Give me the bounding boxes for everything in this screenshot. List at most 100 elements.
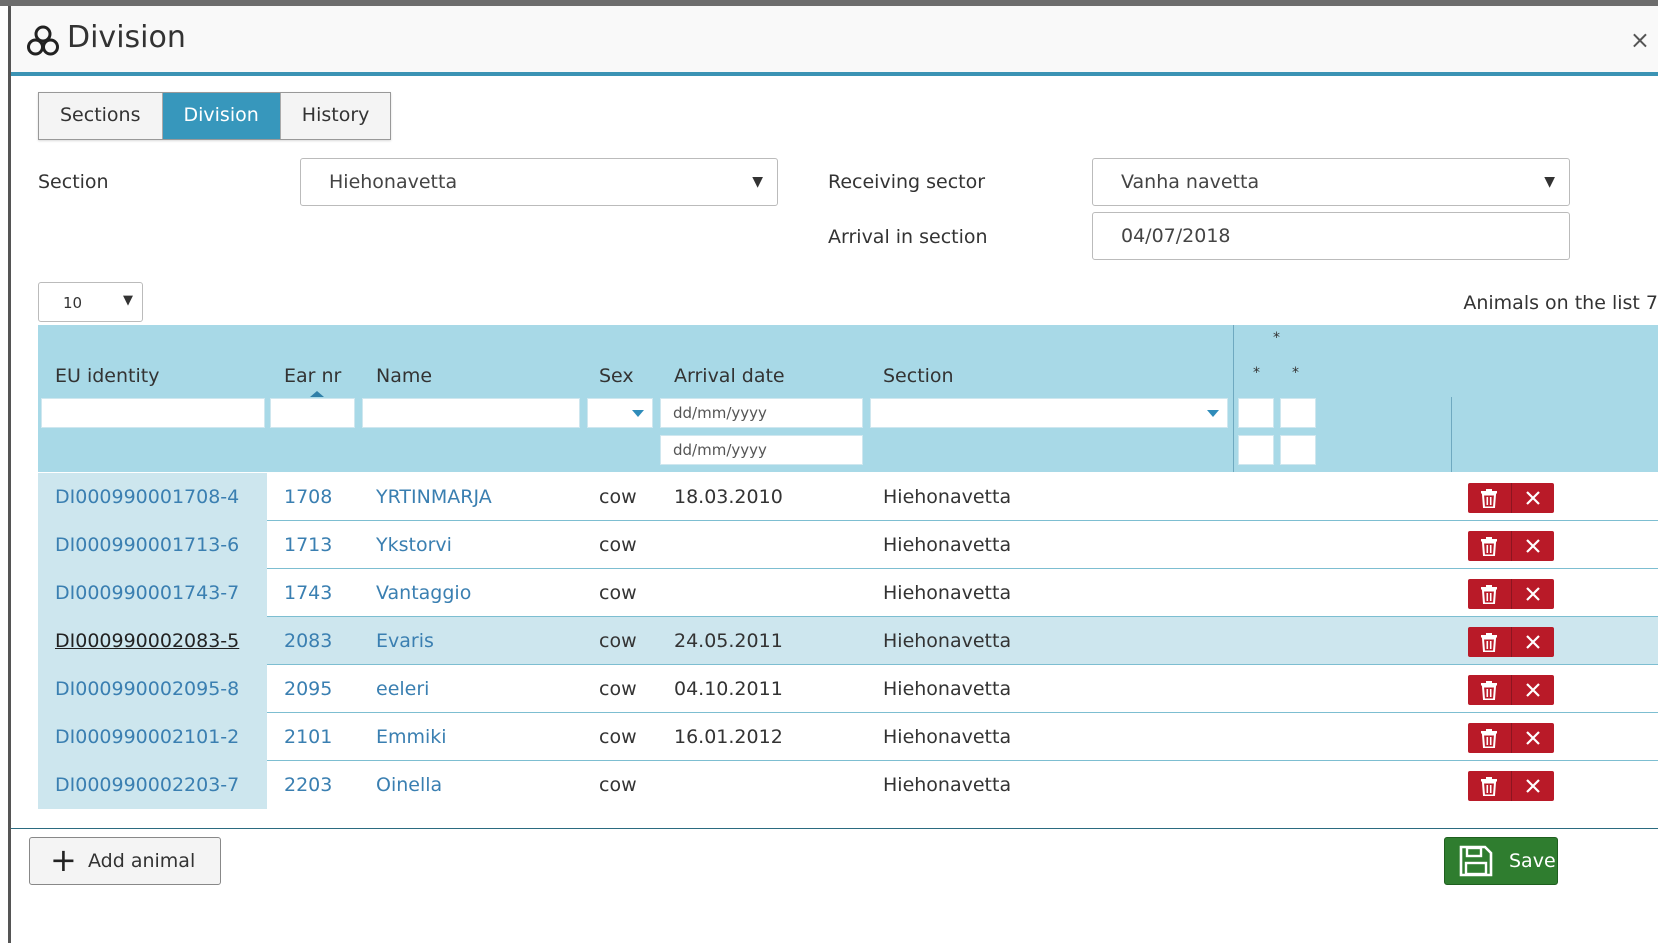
trash-icon[interactable]	[1468, 675, 1511, 705]
tab-bar: Sections Division History	[38, 92, 392, 140]
filter-sex[interactable]	[587, 398, 653, 428]
close-icon[interactable]	[1510, 531, 1555, 561]
table-row: DI000990002095-8 2095 eeleri cow 04.10.2…	[38, 665, 1658, 713]
plus-icon: +	[50, 841, 77, 879]
trash-icon[interactable]	[1468, 531, 1511, 561]
section-cell: Hiehonavetta	[883, 630, 1012, 652]
animal-name-link[interactable]: eeleri	[376, 665, 429, 713]
column-divider	[1451, 397, 1452, 472]
trash-icon[interactable]	[1468, 483, 1511, 513]
chevron-down-icon: ▼	[752, 174, 763, 190]
close-icon[interactable]	[1510, 675, 1555, 705]
ear-nr-link[interactable]: 1743	[284, 569, 332, 617]
eu-identity-link[interactable]: DI000990001708-4	[55, 473, 239, 521]
filter-ear-nr[interactable]	[270, 398, 355, 428]
arrival-in-section-input[interactable]	[1092, 212, 1570, 260]
animal-name-link[interactable]: Evaris	[376, 617, 434, 665]
col-section[interactable]: Section	[883, 365, 954, 387]
table-row: DI000990001708-4 1708 YRTINMARJA cow 18.…	[38, 473, 1658, 521]
section-cell: Hiehonavetta	[883, 678, 1012, 700]
animal-name-link[interactable]: Ykstorvi	[376, 521, 452, 569]
arrival-date-cell: 04.10.2011	[674, 678, 783, 700]
col-arrival-date[interactable]: Arrival date	[674, 365, 785, 387]
filter-section[interactable]	[870, 398, 1228, 428]
col-eu-identity[interactable]: EU identity	[55, 365, 159, 387]
eu-identity-link[interactable]: DI000990002101-2	[55, 713, 239, 761]
arrival-date-cell: 16.01.2012	[674, 726, 783, 748]
ear-nr-link[interactable]: 2095	[284, 665, 332, 713]
animal-count: Animals on the list 7	[1463, 292, 1658, 314]
close-icon[interactable]	[1510, 627, 1555, 657]
close-icon[interactable]	[1510, 483, 1555, 513]
ear-nr-link[interactable]: 2083	[284, 617, 332, 665]
table-row: DI000990002083-5 2083 Evaris cow 24.05.2…	[38, 617, 1658, 665]
ear-nr-link[interactable]: 2101	[284, 713, 332, 761]
filter-extra-3[interactable]	[1238, 435, 1274, 465]
add-animal-button[interactable]: + Add animal	[29, 837, 221, 885]
filter-eu-identity[interactable]	[41, 398, 265, 428]
animal-name-link[interactable]: YRTINMARJA	[376, 473, 492, 521]
filter-arrival-from[interactable]: dd/mm/yyyy	[660, 398, 863, 428]
save-button[interactable]: Save	[1444, 837, 1558, 885]
trash-icon[interactable]	[1468, 627, 1511, 657]
animal-name-link[interactable]: Oinella	[376, 761, 442, 809]
arrival-date-cell: 24.05.2011	[674, 630, 783, 652]
sex-cell: cow	[599, 678, 637, 700]
trash-icon[interactable]	[1468, 579, 1511, 609]
filter-extra-1[interactable]	[1238, 398, 1274, 428]
col-sex[interactable]: Sex	[599, 365, 634, 387]
col-extra-2[interactable]: *	[1292, 365, 1299, 381]
trash-icon[interactable]	[1468, 723, 1511, 753]
receiving-sector-value: Vanha navetta	[1121, 171, 1260, 193]
eu-identity-link[interactable]: DI000990002203-7	[55, 761, 239, 809]
close-icon[interactable]	[1510, 579, 1555, 609]
footer-divider	[11, 828, 1658, 829]
ear-nr-link[interactable]: 1713	[284, 521, 332, 569]
arrival-date-cell: 18.03.2010	[674, 486, 783, 508]
col-extra-marker: *	[1273, 330, 1280, 346]
trash-icon[interactable]	[1468, 771, 1511, 801]
row-actions	[1468, 723, 1554, 753]
eu-identity-link[interactable]: DI000990002095-8	[55, 665, 239, 713]
tab-division[interactable]: Division	[162, 93, 281, 139]
section-cell: Hiehonavetta	[883, 774, 1012, 796]
close-icon[interactable]	[1510, 771, 1555, 801]
close-icon[interactable]: ×	[1630, 28, 1650, 52]
eu-identity-link[interactable]: DI000990002083-5	[55, 617, 239, 665]
filter-name[interactable]	[362, 398, 580, 428]
division-icon	[27, 25, 59, 56]
close-icon[interactable]	[1510, 723, 1555, 753]
sex-cell: cow	[599, 582, 637, 604]
row-actions	[1468, 531, 1554, 561]
col-ear-nr[interactable]: Ear nr	[284, 365, 341, 387]
row-actions	[1468, 771, 1554, 801]
col-name[interactable]: Name	[376, 365, 432, 387]
title-accent-line	[11, 72, 1658, 76]
eu-identity-link[interactable]: DI000990001743-7	[55, 569, 239, 617]
dialog-title: Division	[67, 20, 186, 55]
sex-cell: cow	[599, 726, 637, 748]
tab-history[interactable]: History	[280, 93, 391, 139]
chevron-down-icon: ▼	[1544, 174, 1555, 190]
tab-sections[interactable]: Sections	[39, 93, 163, 139]
page-size-select[interactable]: 10 ▼	[38, 282, 143, 322]
filter-extra-2[interactable]	[1280, 398, 1316, 428]
row-actions	[1468, 627, 1554, 657]
receiving-sector-select[interactable]: Vanha navetta ▼	[1092, 158, 1570, 206]
ear-nr-link[interactable]: 2203	[284, 761, 332, 809]
section-select[interactable]: Hiehonavetta ▼	[300, 158, 778, 206]
animal-name-link[interactable]: Emmiki	[376, 713, 447, 761]
eu-identity-link[interactable]: DI000990001713-6	[55, 521, 239, 569]
ear-nr-link[interactable]: 1708	[284, 473, 332, 521]
section-cell: Hiehonavetta	[883, 726, 1012, 748]
chevron-down-icon	[1207, 410, 1219, 417]
window-frame-left	[8, 6, 11, 943]
section-cell: Hiehonavetta	[883, 486, 1012, 508]
chevron-down-icon	[632, 410, 644, 417]
animal-name-link[interactable]: Vantaggio	[376, 569, 471, 617]
filter-arrival-to[interactable]: dd/mm/yyyy	[660, 435, 863, 465]
col-extra-1[interactable]: *	[1253, 365, 1260, 381]
add-animal-label: Add animal	[88, 850, 196, 872]
filter-extra-4[interactable]	[1280, 435, 1316, 465]
sex-cell: cow	[599, 630, 637, 652]
